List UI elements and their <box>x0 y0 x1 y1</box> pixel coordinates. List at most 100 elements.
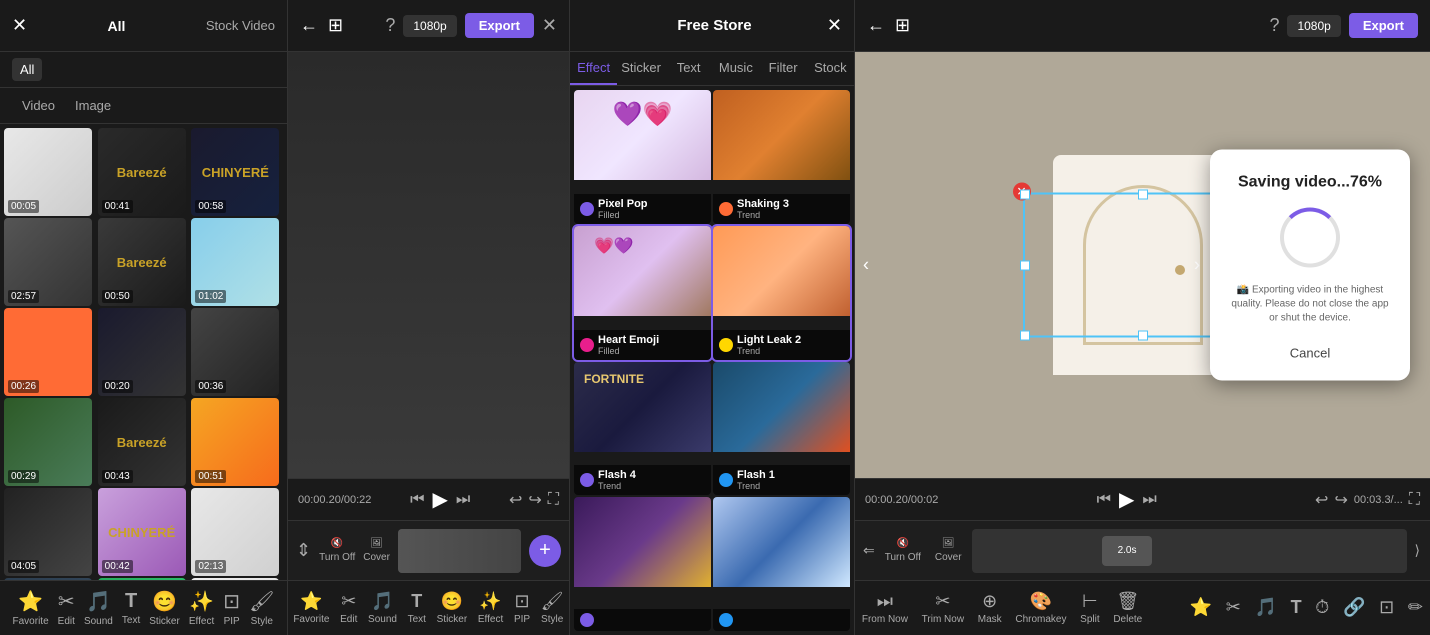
right-resolution-button[interactable]: 1080p <box>1287 15 1340 37</box>
skip-back-button[interactable]: ⏮ <box>410 491 424 509</box>
handle-bottom-left[interactable] <box>1020 331 1030 341</box>
video-thumb-3[interactable]: CHINYERÉ00:58 <box>191 128 279 216</box>
cancel-save-button[interactable]: Cancel <box>1278 342 1342 365</box>
store-tab-text[interactable]: Text <box>665 52 712 85</box>
right-cover-control[interactable]: 🖼 Cover <box>935 538 962 563</box>
track-expand-icon[interactable]: ⟩ <box>1413 542 1422 559</box>
middle-toolbar-sound[interactable]: 🎵 Sound <box>368 591 397 625</box>
right-toolbar-extra6[interactable]: 🔗 <box>1343 597 1365 620</box>
toolbar-sticker[interactable]: 😊 Sticker <box>149 589 180 627</box>
video-thumb-5[interactable]: Bareezé00:50 <box>98 218 186 306</box>
right-skip-forward-button[interactable]: ⏭ <box>1142 491 1156 509</box>
store-tab-effect[interactable]: Effect <box>570 52 617 85</box>
video-thumb-18[interactable]: 01:27 <box>191 578 279 580</box>
toolbar-favorite[interactable]: ⭐ Favorite <box>13 589 49 627</box>
grid-view-button[interactable]: ⊞ <box>328 15 343 36</box>
right-export-button[interactable]: Export <box>1349 13 1418 38</box>
middle-toolbar-favorite[interactable]: ⭐ Favorite <box>293 591 329 625</box>
right-toolbar-extra8[interactable]: ✏ <box>1408 597 1423 620</box>
store-tab-filter[interactable]: Filter <box>759 52 806 85</box>
right-redo-icon[interactable]: ↪ <box>1334 490 1347 510</box>
right-play-button[interactable]: ▶ <box>1119 487 1134 512</box>
close-icon[interactable]: ✕ <box>12 15 27 36</box>
video-thumb-4[interactable]: 02:57 <box>4 218 92 306</box>
video-thumb-14[interactable]: CHINYERÉ00:42 <box>98 488 186 576</box>
right-toolbar-extra4[interactable]: T <box>1291 597 1302 620</box>
effect-item-5[interactable]: FORTNITEFlash 4Trend <box>574 362 711 496</box>
effect-item-6[interactable]: Flash 1Trend <box>713 362 850 496</box>
handle-top-left[interactable] <box>1020 190 1030 200</box>
store-close-button[interactable]: ✕ <box>827 15 842 36</box>
toolbar-style[interactable]: 🖌 Style <box>249 589 274 627</box>
middle-toolbar-sticker[interactable]: 😊 Sticker <box>437 591 468 625</box>
effect-item-1[interactable]: 💜💗Pixel PopFilled <box>574 90 711 224</box>
store-tab-music[interactable]: Music <box>712 52 759 85</box>
video-thumb-13[interactable]: 04:05 <box>4 488 92 576</box>
close-middle-button[interactable]: ✕ <box>542 15 557 36</box>
handle-left-mid[interactable] <box>1020 260 1030 270</box>
skip-forward-button[interactable]: ⏭ <box>456 491 470 509</box>
video-thumb-10[interactable]: 00:29 <box>4 398 92 486</box>
video-thumb-12[interactable]: 00:51 <box>191 398 279 486</box>
middle-toolbar-effect[interactable]: ✨ Effect <box>478 591 503 625</box>
toolbar-text[interactable]: T Text <box>122 590 140 626</box>
tab-video[interactable]: Video <box>12 94 65 117</box>
tab-all[interactable]: All <box>12 58 42 81</box>
right-toolbar-extra3[interactable]: 🎵 <box>1254 597 1276 620</box>
tab-image[interactable]: Image <box>65 94 121 117</box>
redo-icon[interactable]: ↪ <box>528 490 541 510</box>
right-toolbar-mask[interactable]: ⊕ Mask <box>978 591 1002 625</box>
toolbar-effect[interactable]: ✨ Effect <box>189 589 214 627</box>
right-toolbar-split[interactable]: ⊢ Split <box>1080 591 1099 625</box>
help-button[interactable]: ? <box>385 15 395 36</box>
handle-top-mid[interactable] <box>1138 190 1148 200</box>
right-back-button[interactable]: ← <box>867 15 885 36</box>
play-button[interactable]: ▶ <box>433 487 448 512</box>
fullscreen-icon[interactable]: ⛶ <box>548 491 559 509</box>
video-thumb-2[interactable]: Bareezé00:41 <box>98 128 186 216</box>
middle-toolbar-text[interactable]: T Text <box>408 591 426 625</box>
right-skip-back-button[interactable]: ⏮ <box>1097 491 1111 509</box>
right-track-back-icon[interactable]: ⇐ <box>863 542 875 559</box>
right-help-button[interactable]: ? <box>1269 15 1279 36</box>
store-tab-sticker[interactable]: Sticker <box>617 52 665 85</box>
right-toolbar-delete[interactable]: 🗑 Delete <box>1113 591 1142 625</box>
right-toolbar-extra7[interactable]: ⊡ <box>1379 597 1394 620</box>
right-toolbar-chromakey[interactable]: 🎨 Chromakey <box>1015 591 1066 625</box>
right-fullscreen-icon[interactable]: ⛶ <box>1409 491 1420 509</box>
back-button[interactable]: ← <box>300 15 318 36</box>
right-toolbar-trim[interactable]: ✂ Trim Now <box>922 591 964 625</box>
undo-icon[interactable]: ↩ <box>509 490 522 510</box>
middle-toolbar-edit[interactable]: ✂ Edit <box>340 591 357 625</box>
video-thumb-11[interactable]: Bareezé00:43 <box>98 398 186 486</box>
export-button[interactable]: Export <box>465 13 534 38</box>
video-thumb-6[interactable]: 01:02 <box>191 218 279 306</box>
video-thumb-8[interactable]: 00:20 <box>98 308 186 396</box>
effect-item-3[interactable]: 💗💜Heart EmojiFilled <box>574 226 711 360</box>
preview-prev-button[interactable]: ‹ <box>863 255 869 276</box>
middle-toolbar-style[interactable]: 🖌 Style <box>541 591 564 625</box>
right-undo-icon[interactable]: ↩ <box>1315 490 1328 510</box>
video-thumb-7[interactable]: 00:26 <box>4 308 92 396</box>
handle-bottom-mid[interactable] <box>1138 331 1148 341</box>
cover-control[interactable]: 🖼 Cover <box>363 538 390 563</box>
toolbar-edit[interactable]: ✂ Edit <box>58 589 75 627</box>
add-clip-button[interactable]: + <box>529 535 561 567</box>
video-thumb-17[interactable]: 00:27 <box>98 578 186 580</box>
video-thumb-9[interactable]: 00:36 <box>191 308 279 396</box>
preview-next-button[interactable]: › <box>1194 255 1200 276</box>
resolution-button[interactable]: 1080p <box>403 15 456 37</box>
effect-item-4[interactable]: Light Leak 2Trend <box>713 226 850 360</box>
middle-toolbar-pip[interactable]: ⊡ PIP <box>514 591 530 625</box>
effect-item-2[interactable]: Shaking 3Trend <box>713 90 850 224</box>
volume-control[interactable]: 🔇 Turn Off <box>319 538 355 563</box>
right-toolbar-from-now[interactable]: ⏭ From Now <box>862 591 908 625</box>
right-toolbar-extra2[interactable]: ✂ <box>1226 597 1241 620</box>
right-volume-control[interactable]: 🔇 Turn Off <box>885 538 921 563</box>
right-grid-button[interactable]: ⊞ <box>895 15 910 36</box>
store-tab-stock[interactable]: Stock <box>807 52 854 85</box>
effect-item-8[interactable] <box>713 497 850 631</box>
toolbar-pip[interactable]: ⊡ PIP <box>223 589 240 627</box>
video-thumb-15[interactable]: 02:13 <box>191 488 279 576</box>
video-thumb-1[interactable]: 00:05 <box>4 128 92 216</box>
